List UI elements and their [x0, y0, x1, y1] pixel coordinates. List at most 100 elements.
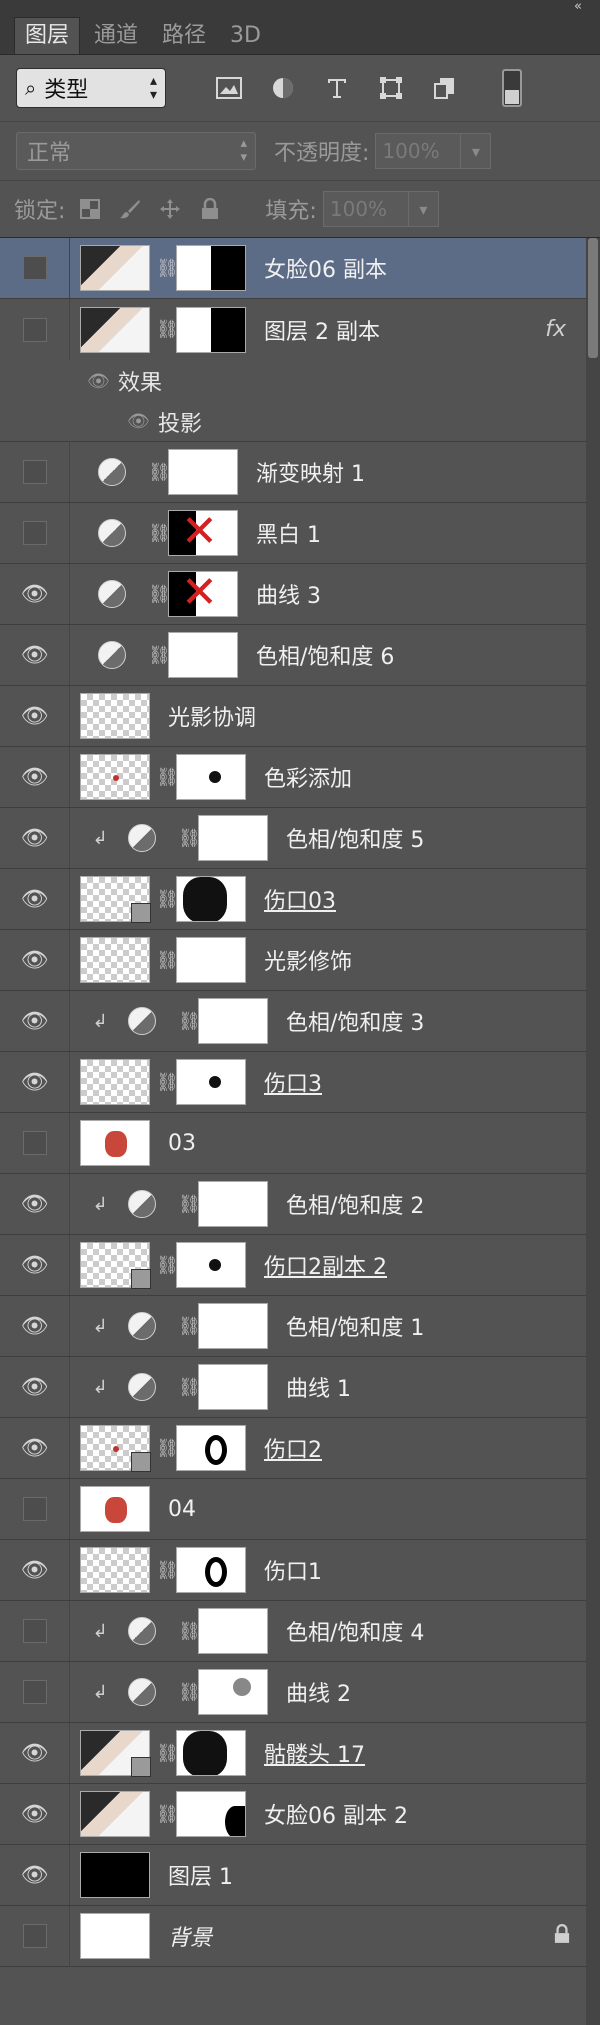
- layer-row[interactable]: 👁 ↲ ⛓ 色相/饱和度 1: [0, 1296, 600, 1357]
- visibility-toggle[interactable]: 👁: [0, 1784, 70, 1844]
- layer-mask-thumbnail[interactable]: [198, 1181, 268, 1227]
- layer-mask-thumbnail[interactable]: [198, 815, 268, 861]
- layer-row[interactable]: ↲ ⛓ 色相/饱和度 4: [0, 1601, 600, 1662]
- blend-mode-select[interactable]: 正常 ▴ ▾: [16, 132, 256, 170]
- visibility-toggle[interactable]: 👁: [0, 747, 70, 807]
- mask-link-icon[interactable]: ⛓: [156, 1438, 179, 1459]
- layer-row[interactable]: 👁 ⛓ 伤口2副本 2: [0, 1235, 600, 1296]
- layer-mask-thumbnail[interactable]: [198, 998, 268, 1044]
- tab-3d[interactable]: 3D: [220, 18, 271, 54]
- layers-scrollbar[interactable]: [586, 238, 600, 2025]
- visibility-toggle[interactable]: [0, 1601, 70, 1661]
- layer-row[interactable]: 👁 ⛓ 女脸06 副本 2: [0, 1784, 600, 1845]
- opacity-dropdown-icon[interactable]: ▾: [461, 133, 492, 169]
- layer-mask-thumbnail[interactable]: [168, 571, 238, 617]
- visibility-toggle[interactable]: 👁: [0, 1235, 70, 1295]
- layer-row[interactable]: 👁 ↲ ⛓ 色相/饱和度 3: [0, 991, 600, 1052]
- shape-filter-icon[interactable]: [374, 71, 408, 105]
- collapse-panel-icon[interactable]: «: [574, 0, 582, 14]
- layer-mask-thumbnail[interactable]: [198, 1669, 268, 1715]
- layer-mask-thumbnail[interactable]: [176, 876, 246, 922]
- mask-link-icon[interactable]: ⛓: [178, 1194, 201, 1215]
- visibility-toggle[interactable]: 👁: [0, 686, 70, 746]
- eye-icon[interactable]: 👁: [0, 371, 110, 392]
- visibility-toggle[interactable]: 👁: [0, 1296, 70, 1356]
- mask-link-icon[interactable]: ⛓: [156, 1255, 179, 1276]
- layer-mask-thumbnail[interactable]: [198, 1364, 268, 1410]
- visibility-toggle[interactable]: 👁: [0, 1357, 70, 1417]
- layer-row[interactable]: 👁 ⛓ 骷髅头 17: [0, 1723, 600, 1784]
- layer-row[interactable]: 👁 ↲ ⛓ 色相/饱和度 5: [0, 808, 600, 869]
- layer-row[interactable]: 👁 ⛓ 伤口2: [0, 1418, 600, 1479]
- fx-icon[interactable]: fx: [545, 317, 566, 342]
- visibility-toggle[interactable]: [0, 1479, 70, 1539]
- type-filter-icon[interactable]: [320, 71, 354, 105]
- visibility-toggle[interactable]: 👁: [0, 1845, 70, 1905]
- layer-mask-thumbnail[interactable]: [176, 306, 246, 353]
- mask-link-icon[interactable]: ⛓: [148, 523, 171, 544]
- layer-mask-thumbnail[interactable]: [176, 1425, 246, 1471]
- layer-mask-thumbnail[interactable]: [176, 1730, 246, 1776]
- mask-link-icon[interactable]: ⛓: [178, 828, 201, 849]
- visibility-toggle[interactable]: [0, 1906, 70, 1966]
- tab-paths[interactable]: 路径: [152, 18, 216, 54]
- visibility-toggle[interactable]: 👁: [0, 1174, 70, 1234]
- visibility-toggle[interactable]: 👁: [0, 625, 70, 685]
- layer-mask-thumbnail[interactable]: [198, 1303, 268, 1349]
- layer-row[interactable]: 👁 ⛓ 色相/饱和度 6: [0, 625, 600, 686]
- layer-mask-thumbnail[interactable]: [176, 1242, 246, 1288]
- mask-link-icon[interactable]: ⛓: [156, 1743, 179, 1764]
- visibility-toggle[interactable]: 👁: [0, 1418, 70, 1478]
- scrollbar-thumb[interactable]: [588, 238, 598, 358]
- layer-row[interactable]: ↲ ⛓ 曲线 2: [0, 1662, 600, 1723]
- mask-link-icon[interactable]: ⛓: [156, 889, 179, 910]
- layer-mask-thumbnail[interactable]: [176, 1059, 246, 1105]
- tab-layers[interactable]: 图层: [14, 17, 81, 54]
- layer-row[interactable]: 👁 ⛓ 伤口03: [0, 869, 600, 930]
- layer-row[interactable]: 👁 ↲ ⛓ 曲线 1: [0, 1357, 600, 1418]
- lock-all-icon[interactable]: [195, 194, 225, 224]
- mask-link-icon[interactable]: ⛓: [178, 1621, 201, 1642]
- tab-channels[interactable]: 通道: [84, 18, 148, 54]
- lock-transparency-icon[interactable]: [75, 194, 105, 224]
- visibility-toggle[interactable]: [0, 238, 70, 298]
- layer-mask-thumbnail[interactable]: [176, 937, 246, 983]
- mask-link-icon[interactable]: ⛓: [148, 645, 171, 666]
- layer-row[interactable]: 👁 ⛓ 光影修饰: [0, 930, 600, 991]
- fill-field[interactable]: 100%: [322, 191, 409, 227]
- mask-link-icon[interactable]: ⛓: [148, 584, 171, 605]
- lock-image-brush-icon[interactable]: [115, 194, 145, 224]
- visibility-toggle[interactable]: [0, 299, 70, 360]
- layer-row[interactable]: 👁 ⛓ 色彩添加: [0, 747, 600, 808]
- mask-link-icon[interactable]: ⛓: [156, 258, 179, 279]
- visibility-toggle[interactable]: [0, 1662, 70, 1722]
- layer-row[interactable]: 04: [0, 1479, 600, 1540]
- layer-mask-thumbnail[interactable]: [198, 1608, 268, 1654]
- layer-row[interactable]: 👁 图层 1: [0, 1845, 600, 1906]
- layer-mask-thumbnail[interactable]: [168, 632, 238, 678]
- layer-row[interactable]: 👁 ⛓ 伤口1: [0, 1540, 600, 1601]
- mask-link-icon[interactable]: ⛓: [156, 767, 179, 788]
- effect-drop-shadow[interactable]: 👁 投影: [0, 402, 600, 442]
- layer-mask-thumbnail[interactable]: [176, 245, 246, 291]
- layer-row[interactable]: ⛓ 图层 2 副本 fx: [0, 299, 600, 360]
- layer-mask-thumbnail[interactable]: [176, 1791, 246, 1837]
- visibility-toggle[interactable]: 👁: [0, 869, 70, 929]
- filter-kind-select[interactable]: ⌕ 类型 ▴ ▾: [16, 68, 166, 108]
- mask-link-icon[interactable]: ⛓: [178, 1377, 201, 1398]
- visibility-toggle[interactable]: 👁: [0, 808, 70, 868]
- layer-mask-thumbnail[interactable]: [168, 510, 238, 556]
- layer-row[interactable]: 👁 光影协调: [0, 686, 600, 747]
- eye-icon[interactable]: 👁: [0, 411, 150, 432]
- layer-row[interactable]: 👁 ↲ ⛓ 色相/饱和度 2: [0, 1174, 600, 1235]
- visibility-toggle[interactable]: [0, 442, 70, 502]
- layer-mask-thumbnail[interactable]: [176, 1547, 246, 1593]
- visibility-toggle[interactable]: [0, 503, 70, 563]
- layer-row[interactable]: 背景: [0, 1906, 600, 1967]
- visibility-toggle[interactable]: 👁: [0, 564, 70, 624]
- mask-link-icon[interactable]: ⛓: [156, 1560, 179, 1581]
- effects-group[interactable]: 👁 效果: [0, 360, 600, 402]
- layer-row[interactable]: ⛓ 女脸06 副本: [0, 238, 600, 299]
- visibility-toggle[interactable]: [0, 1113, 70, 1173]
- smart-object-filter-icon[interactable]: [428, 71, 462, 105]
